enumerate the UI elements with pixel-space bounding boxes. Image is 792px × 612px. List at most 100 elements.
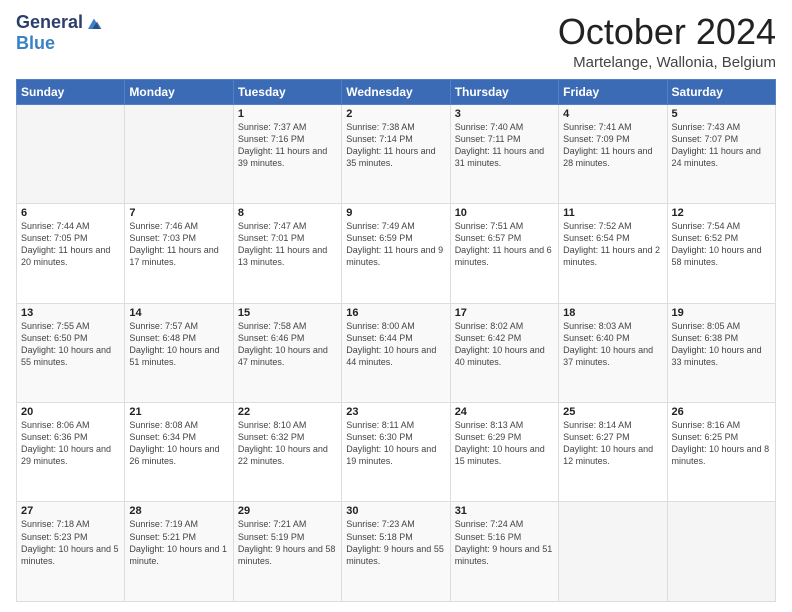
title-block: October 2024 Martelange, Wallonia, Belgi… xyxy=(558,12,776,71)
day-number: 22 xyxy=(238,406,337,418)
day-cell: 3Sunrise: 7:40 AM Sunset: 7:11 PM Daylig… xyxy=(450,104,558,203)
day-number: 12 xyxy=(672,207,771,219)
day-number: 3 xyxy=(455,108,554,120)
day-info: Sunrise: 7:19 AM Sunset: 5:21 PM Dayligh… xyxy=(129,518,228,567)
col-thursday: Thursday xyxy=(450,79,558,104)
day-number: 11 xyxy=(563,207,662,219)
logo-text: General xyxy=(16,12,103,33)
day-cell: 26Sunrise: 8:16 AM Sunset: 6:25 PM Dayli… xyxy=(667,403,775,502)
calendar: Sunday Monday Tuesday Wednesday Thursday… xyxy=(16,79,776,602)
day-info: Sunrise: 7:40 AM Sunset: 7:11 PM Dayligh… xyxy=(455,121,554,170)
week-row-0: 1Sunrise: 7:37 AM Sunset: 7:16 PM Daylig… xyxy=(17,104,776,203)
day-info: Sunrise: 7:23 AM Sunset: 5:18 PM Dayligh… xyxy=(346,518,445,567)
day-number: 13 xyxy=(21,307,120,319)
col-tuesday: Tuesday xyxy=(233,79,341,104)
day-cell xyxy=(559,502,667,602)
col-wednesday: Wednesday xyxy=(342,79,450,104)
day-cell: 24Sunrise: 8:13 AM Sunset: 6:29 PM Dayli… xyxy=(450,403,558,502)
logo-icon xyxy=(85,14,103,32)
day-number: 7 xyxy=(129,207,228,219)
week-row-3: 20Sunrise: 8:06 AM Sunset: 6:36 PM Dayli… xyxy=(17,403,776,502)
day-cell: 10Sunrise: 7:51 AM Sunset: 6:57 PM Dayli… xyxy=(450,204,558,303)
day-number: 5 xyxy=(672,108,771,120)
day-cell: 16Sunrise: 8:00 AM Sunset: 6:44 PM Dayli… xyxy=(342,303,450,402)
day-number: 28 xyxy=(129,505,228,517)
day-number: 8 xyxy=(238,207,337,219)
day-cell: 18Sunrise: 8:03 AM Sunset: 6:40 PM Dayli… xyxy=(559,303,667,402)
location-title: Martelange, Wallonia, Belgium xyxy=(558,54,776,71)
day-info: Sunrise: 7:37 AM Sunset: 7:16 PM Dayligh… xyxy=(238,121,337,170)
week-row-2: 13Sunrise: 7:55 AM Sunset: 6:50 PM Dayli… xyxy=(17,303,776,402)
logo: General Blue xyxy=(16,12,103,54)
day-cell: 29Sunrise: 7:21 AM Sunset: 5:19 PM Dayli… xyxy=(233,502,341,602)
day-info: Sunrise: 7:58 AM Sunset: 6:46 PM Dayligh… xyxy=(238,320,337,369)
day-number: 25 xyxy=(563,406,662,418)
day-cell: 27Sunrise: 7:18 AM Sunset: 5:23 PM Dayli… xyxy=(17,502,125,602)
day-cell: 7Sunrise: 7:46 AM Sunset: 7:03 PM Daylig… xyxy=(125,204,233,303)
day-cell: 9Sunrise: 7:49 AM Sunset: 6:59 PM Daylig… xyxy=(342,204,450,303)
day-number: 16 xyxy=(346,307,445,319)
day-cell xyxy=(667,502,775,602)
day-number: 15 xyxy=(238,307,337,319)
day-cell: 31Sunrise: 7:24 AM Sunset: 5:16 PM Dayli… xyxy=(450,502,558,602)
day-number: 21 xyxy=(129,406,228,418)
day-cell: 17Sunrise: 8:02 AM Sunset: 6:42 PM Dayli… xyxy=(450,303,558,402)
day-cell: 5Sunrise: 7:43 AM Sunset: 7:07 PM Daylig… xyxy=(667,104,775,203)
day-number: 2 xyxy=(346,108,445,120)
day-cell xyxy=(125,104,233,203)
col-friday: Friday xyxy=(559,79,667,104)
day-info: Sunrise: 8:11 AM Sunset: 6:30 PM Dayligh… xyxy=(346,419,445,468)
day-cell: 22Sunrise: 8:10 AM Sunset: 6:32 PM Dayli… xyxy=(233,403,341,502)
day-number: 27 xyxy=(21,505,120,517)
day-info: Sunrise: 8:14 AM Sunset: 6:27 PM Dayligh… xyxy=(563,419,662,468)
day-info: Sunrise: 8:16 AM Sunset: 6:25 PM Dayligh… xyxy=(672,419,771,468)
logo-blue-text: Blue xyxy=(16,33,55,54)
day-number: 24 xyxy=(455,406,554,418)
day-number: 26 xyxy=(672,406,771,418)
day-cell: 11Sunrise: 7:52 AM Sunset: 6:54 PM Dayli… xyxy=(559,204,667,303)
day-number: 20 xyxy=(21,406,120,418)
day-cell: 1Sunrise: 7:37 AM Sunset: 7:16 PM Daylig… xyxy=(233,104,341,203)
day-info: Sunrise: 7:46 AM Sunset: 7:03 PM Dayligh… xyxy=(129,220,228,269)
day-number: 4 xyxy=(563,108,662,120)
day-info: Sunrise: 7:51 AM Sunset: 6:57 PM Dayligh… xyxy=(455,220,554,269)
day-info: Sunrise: 7:47 AM Sunset: 7:01 PM Dayligh… xyxy=(238,220,337,269)
day-cell: 21Sunrise: 8:08 AM Sunset: 6:34 PM Dayli… xyxy=(125,403,233,502)
day-cell: 25Sunrise: 8:14 AM Sunset: 6:27 PM Dayli… xyxy=(559,403,667,502)
week-row-4: 27Sunrise: 7:18 AM Sunset: 5:23 PM Dayli… xyxy=(17,502,776,602)
day-cell: 20Sunrise: 8:06 AM Sunset: 6:36 PM Dayli… xyxy=(17,403,125,502)
col-saturday: Saturday xyxy=(667,79,775,104)
day-cell: 30Sunrise: 7:23 AM Sunset: 5:18 PM Dayli… xyxy=(342,502,450,602)
day-number: 19 xyxy=(672,307,771,319)
day-info: Sunrise: 7:43 AM Sunset: 7:07 PM Dayligh… xyxy=(672,121,771,170)
day-cell: 23Sunrise: 8:11 AM Sunset: 6:30 PM Dayli… xyxy=(342,403,450,502)
day-cell: 6Sunrise: 7:44 AM Sunset: 7:05 PM Daylig… xyxy=(17,204,125,303)
day-info: Sunrise: 8:06 AM Sunset: 6:36 PM Dayligh… xyxy=(21,419,120,468)
day-info: Sunrise: 7:49 AM Sunset: 6:59 PM Dayligh… xyxy=(346,220,445,269)
day-info: Sunrise: 7:21 AM Sunset: 5:19 PM Dayligh… xyxy=(238,518,337,567)
day-info: Sunrise: 7:41 AM Sunset: 7:09 PM Dayligh… xyxy=(563,121,662,170)
header: General Blue October 2024 Martelange, Wa… xyxy=(16,12,776,71)
day-cell: 4Sunrise: 7:41 AM Sunset: 7:09 PM Daylig… xyxy=(559,104,667,203)
day-cell: 8Sunrise: 7:47 AM Sunset: 7:01 PM Daylig… xyxy=(233,204,341,303)
page: General Blue October 2024 Martelange, Wa… xyxy=(0,0,792,612)
day-number: 14 xyxy=(129,307,228,319)
day-info: Sunrise: 7:54 AM Sunset: 6:52 PM Dayligh… xyxy=(672,220,771,269)
day-cell: 12Sunrise: 7:54 AM Sunset: 6:52 PM Dayli… xyxy=(667,204,775,303)
col-sunday: Sunday xyxy=(17,79,125,104)
day-info: Sunrise: 7:24 AM Sunset: 5:16 PM Dayligh… xyxy=(455,518,554,567)
day-info: Sunrise: 7:52 AM Sunset: 6:54 PM Dayligh… xyxy=(563,220,662,269)
day-cell: 28Sunrise: 7:19 AM Sunset: 5:21 PM Dayli… xyxy=(125,502,233,602)
logo-general: General xyxy=(16,12,83,33)
day-cell: 19Sunrise: 8:05 AM Sunset: 6:38 PM Dayli… xyxy=(667,303,775,402)
day-info: Sunrise: 7:18 AM Sunset: 5:23 PM Dayligh… xyxy=(21,518,120,567)
day-info: Sunrise: 7:57 AM Sunset: 6:48 PM Dayligh… xyxy=(129,320,228,369)
day-info: Sunrise: 7:38 AM Sunset: 7:14 PM Dayligh… xyxy=(346,121,445,170)
month-title: October 2024 xyxy=(558,12,776,52)
day-number: 17 xyxy=(455,307,554,319)
day-info: Sunrise: 8:13 AM Sunset: 6:29 PM Dayligh… xyxy=(455,419,554,468)
day-info: Sunrise: 7:44 AM Sunset: 7:05 PM Dayligh… xyxy=(21,220,120,269)
col-monday: Monday xyxy=(125,79,233,104)
day-cell: 2Sunrise: 7:38 AM Sunset: 7:14 PM Daylig… xyxy=(342,104,450,203)
day-info: Sunrise: 7:55 AM Sunset: 6:50 PM Dayligh… xyxy=(21,320,120,369)
